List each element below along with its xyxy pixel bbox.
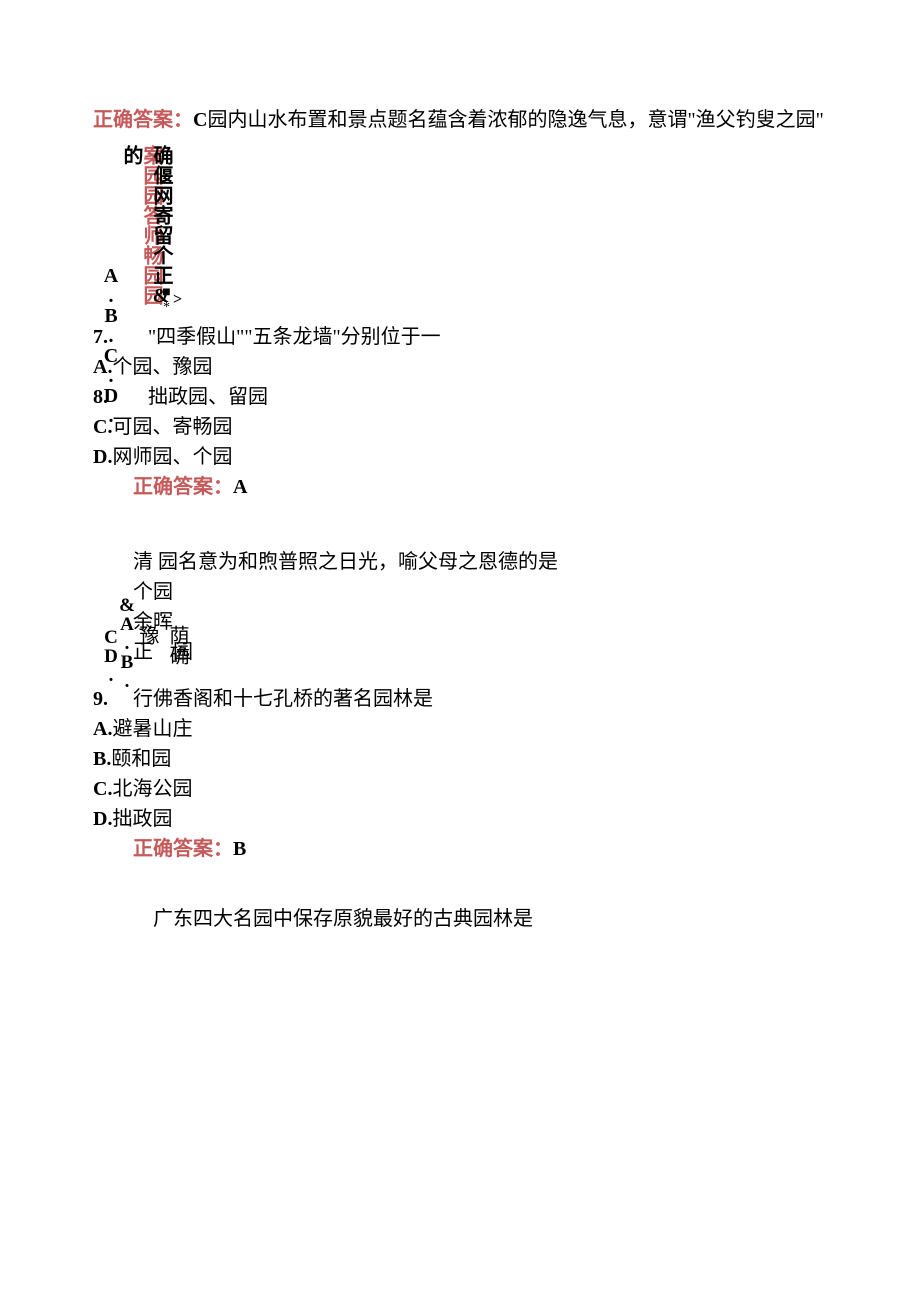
q7-optB: 拙政园、留园 [148,386,268,408]
garbled-block-2: 清 园名意为和煦普照之日光，喻父母之恩德的是 个园 余晖 正园 &A.B. CD… [93,547,830,682]
g2-tcol: 荫确豫 [132,625,192,682]
q9-optD: 拙政园 [112,808,172,830]
q9-answer-label: 正确答案： [133,838,233,860]
answer-text: 园内山水布置和景点题名蕴含着浓郁的隐逸气息，意谓"渔父钓叟之园" [207,109,823,131]
garbled-col-abc: A.B.C.D. [96,265,126,425]
q9-optC: 北海公园 [112,778,192,800]
q9-optC-label: C. [93,778,112,800]
q7-answer-label: 正确答案： [133,476,233,498]
question-7: 7."四季假山""五条龙墙"分别位于一 A.个园、豫园 8.拙政园、留园 C.可… [93,322,830,502]
q9-optD-label: D. [93,808,112,830]
answer-block-1: 正确答案：C园内山水布置和景点题名蕴含着浓郁的隐逸气息，意谓"渔父钓叟之园" [93,105,830,135]
g2-line1b: 园名意为和煦普照之日光，喻父母之恩德的是 [158,551,558,573]
q7-text: "四季假山""五条龙墙"分别位于一 [148,326,441,348]
garbled-block-1: 案园园答师畅园园 确偃网寄留个正&的 A.B.C.D. ■* > [93,145,830,320]
q7-optD-label: D. [93,446,112,468]
q9-optA: 避暑山庄 [112,718,192,740]
answer-letter: C [193,109,207,131]
answer-label: 正确答案： [93,109,193,131]
question-9: 9.行佛香阁和十七孔桥的著名园林是 A.避暑山庄 B.颐和园 C.北海公园 D.… [93,684,830,864]
q9-optB-label: B. [93,748,111,770]
q9-optB: 颐和园 [111,748,171,770]
q7-answer: A [233,476,247,498]
q7-optA: 个园、豫园 [112,356,212,378]
q10-text: 广东四大名园中保存原貌最好的古典园林是 [93,904,830,934]
q9-optA-label: A. [93,718,112,740]
question-10: 广东四大名园中保存原貌最好的古典园林是 [93,904,830,934]
q7-optC: 可园、寄畅园 [112,416,232,438]
q9-answer: B [233,838,246,860]
q9-text: 行佛香阁和十七孔桥的著名园林是 [133,688,433,710]
q7-optD: 网师园、个园 [112,446,232,468]
g2-line1a: 清 [133,551,153,573]
g2-vcol2: CD. [96,627,125,684]
garbled-arrow: > [173,288,182,312]
